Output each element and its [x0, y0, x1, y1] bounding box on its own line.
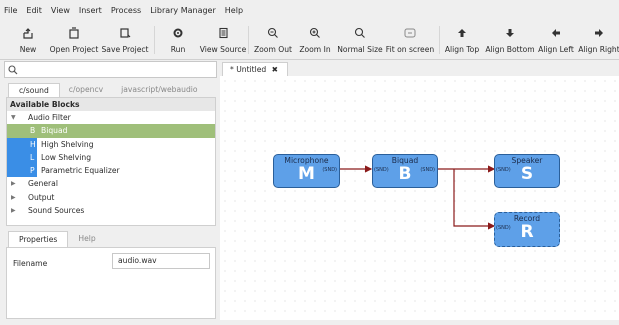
- document-icon: [217, 23, 229, 43]
- wire-biquad-record: [453, 169, 496, 230]
- connections: [340, 165, 496, 230]
- tree-group-sound-sources[interactable]: ▶ Sound Sources: [7, 204, 215, 217]
- tab-properties[interactable]: Properties: [8, 231, 69, 247]
- node-speaker[interactable]: Speaker S (SND): [494, 154, 560, 188]
- filename-label: Filename: [13, 259, 48, 268]
- block-key-badge: H: [7, 137, 37, 151]
- library-tabs: c/sound c/opencv javascript/webaudio: [8, 83, 207, 97]
- tree-group-general[interactable]: ▶ General: [7, 177, 215, 190]
- blocks-tree: Available Blocks ▼ Audio Filter B Biquad…: [6, 97, 216, 226]
- port-in[interactable]: (SND): [374, 167, 389, 173]
- menu-insert[interactable]: Insert: [79, 6, 102, 15]
- arrow-left-icon: [550, 23, 562, 43]
- block-key-badge: L: [7, 150, 37, 165]
- arrow-right-icon: [593, 23, 605, 43]
- properties-panel: Filename audio.wav: [6, 247, 216, 319]
- port-in[interactable]: (SND): [496, 167, 511, 173]
- zoom-in-icon: [309, 23, 321, 43]
- align-right-button[interactable]: Align Right: [578, 20, 619, 60]
- align-bottom-button[interactable]: Align Bottom: [485, 20, 535, 60]
- zoom-reset-icon: [354, 23, 366, 43]
- open-project-button[interactable]: Open Project: [50, 20, 98, 60]
- tree-item-parametric-equalizer[interactable]: P Parametric Equalizer: [7, 164, 215, 178]
- tree-item-low-shelving[interactable]: L Low Shelving: [7, 150, 215, 165]
- new-button[interactable]: New: [13, 20, 43, 60]
- fit-screen-icon: [403, 23, 417, 43]
- zoom-in-button[interactable]: Zoom In: [297, 20, 333, 60]
- chevron-right-icon: ▶: [11, 180, 16, 188]
- toolbar: New Open Project Save Project Run View S…: [0, 20, 619, 60]
- diagram-canvas[interactable]: Microphone M (SND) Biquad B (SND) (SND) …: [220, 76, 619, 320]
- properties-tabs: Properties Help: [8, 231, 106, 247]
- save-project-icon: [119, 23, 131, 43]
- toolbar-separator: [439, 26, 440, 54]
- run-button[interactable]: Run: [165, 20, 191, 60]
- tree-group-audio-filter[interactable]: ▼ Audio Filter: [7, 111, 215, 124]
- zoom-out-icon: [267, 23, 279, 43]
- zoom-out-button[interactable]: Zoom Out: [253, 20, 293, 60]
- toolbar-separator: [154, 26, 155, 54]
- filename-field[interactable]: audio.wav: [112, 253, 210, 269]
- menu-edit[interactable]: Edit: [26, 6, 42, 15]
- search-icon: [8, 65, 18, 75]
- view-source-button[interactable]: View Source: [200, 20, 246, 60]
- menu-library-manager[interactable]: Library Manager: [150, 6, 216, 15]
- toolbar-separator: [248, 26, 249, 54]
- port-out[interactable]: (SND): [420, 167, 435, 173]
- menu-bar: File Edit View Insert Process Library Ma…: [0, 0, 619, 20]
- menu-file[interactable]: File: [4, 6, 17, 15]
- align-top-button[interactable]: Align Top: [444, 20, 480, 60]
- node-microphone[interactable]: Microphone M (SND): [273, 154, 340, 188]
- gear-icon: [172, 23, 184, 43]
- tab-javascript-webaudio[interactable]: javascript/webaudio: [112, 83, 206, 97]
- status-strip: [0, 320, 619, 325]
- node-biquad[interactable]: Biquad B (SND) (SND): [372, 154, 438, 188]
- block-key: B: [30, 126, 36, 136]
- chevron-right-icon: ▶: [11, 193, 16, 201]
- open-project-icon: [68, 23, 80, 43]
- available-blocks-header: Available Blocks: [7, 98, 215, 111]
- close-icon[interactable]: ✖: [272, 65, 278, 74]
- tab-c-sound[interactable]: c/sound: [8, 83, 60, 97]
- node-record[interactable]: Record R (SND): [494, 212, 560, 247]
- fit-on-screen-button[interactable]: Fit on screen: [386, 20, 434, 60]
- search-input[interactable]: [4, 61, 217, 78]
- arrow-down-icon: [505, 23, 515, 43]
- tree-item-biquad[interactable]: B Biquad: [7, 124, 215, 138]
- save-project-button[interactable]: Save Project: [101, 20, 149, 60]
- tree-group-output[interactable]: ▶ Output: [7, 191, 215, 204]
- new-icon: [22, 23, 34, 43]
- align-left-button[interactable]: Align Left: [538, 20, 574, 60]
- menu-process[interactable]: Process: [111, 6, 141, 15]
- arrow-up-icon: [457, 23, 467, 43]
- tab-help[interactable]: Help: [68, 231, 105, 247]
- normal-size-button[interactable]: Normal Size: [337, 20, 383, 60]
- block-key-badge: P: [7, 164, 37, 178]
- tab-c-opencv[interactable]: c/opencv: [60, 83, 112, 97]
- menu-view[interactable]: View: [51, 6, 70, 15]
- menu-help[interactable]: Help: [225, 6, 243, 15]
- chevron-down-icon: ▼: [11, 114, 16, 121]
- tab-untitled[interactable]: * Untitled ✖: [222, 62, 288, 76]
- chevron-right-icon: ▶: [11, 207, 16, 215]
- tree-item-high-shelving[interactable]: H High Shelving: [7, 137, 215, 151]
- port-in[interactable]: (SND): [496, 225, 511, 231]
- port-out[interactable]: (SND): [322, 167, 337, 173]
